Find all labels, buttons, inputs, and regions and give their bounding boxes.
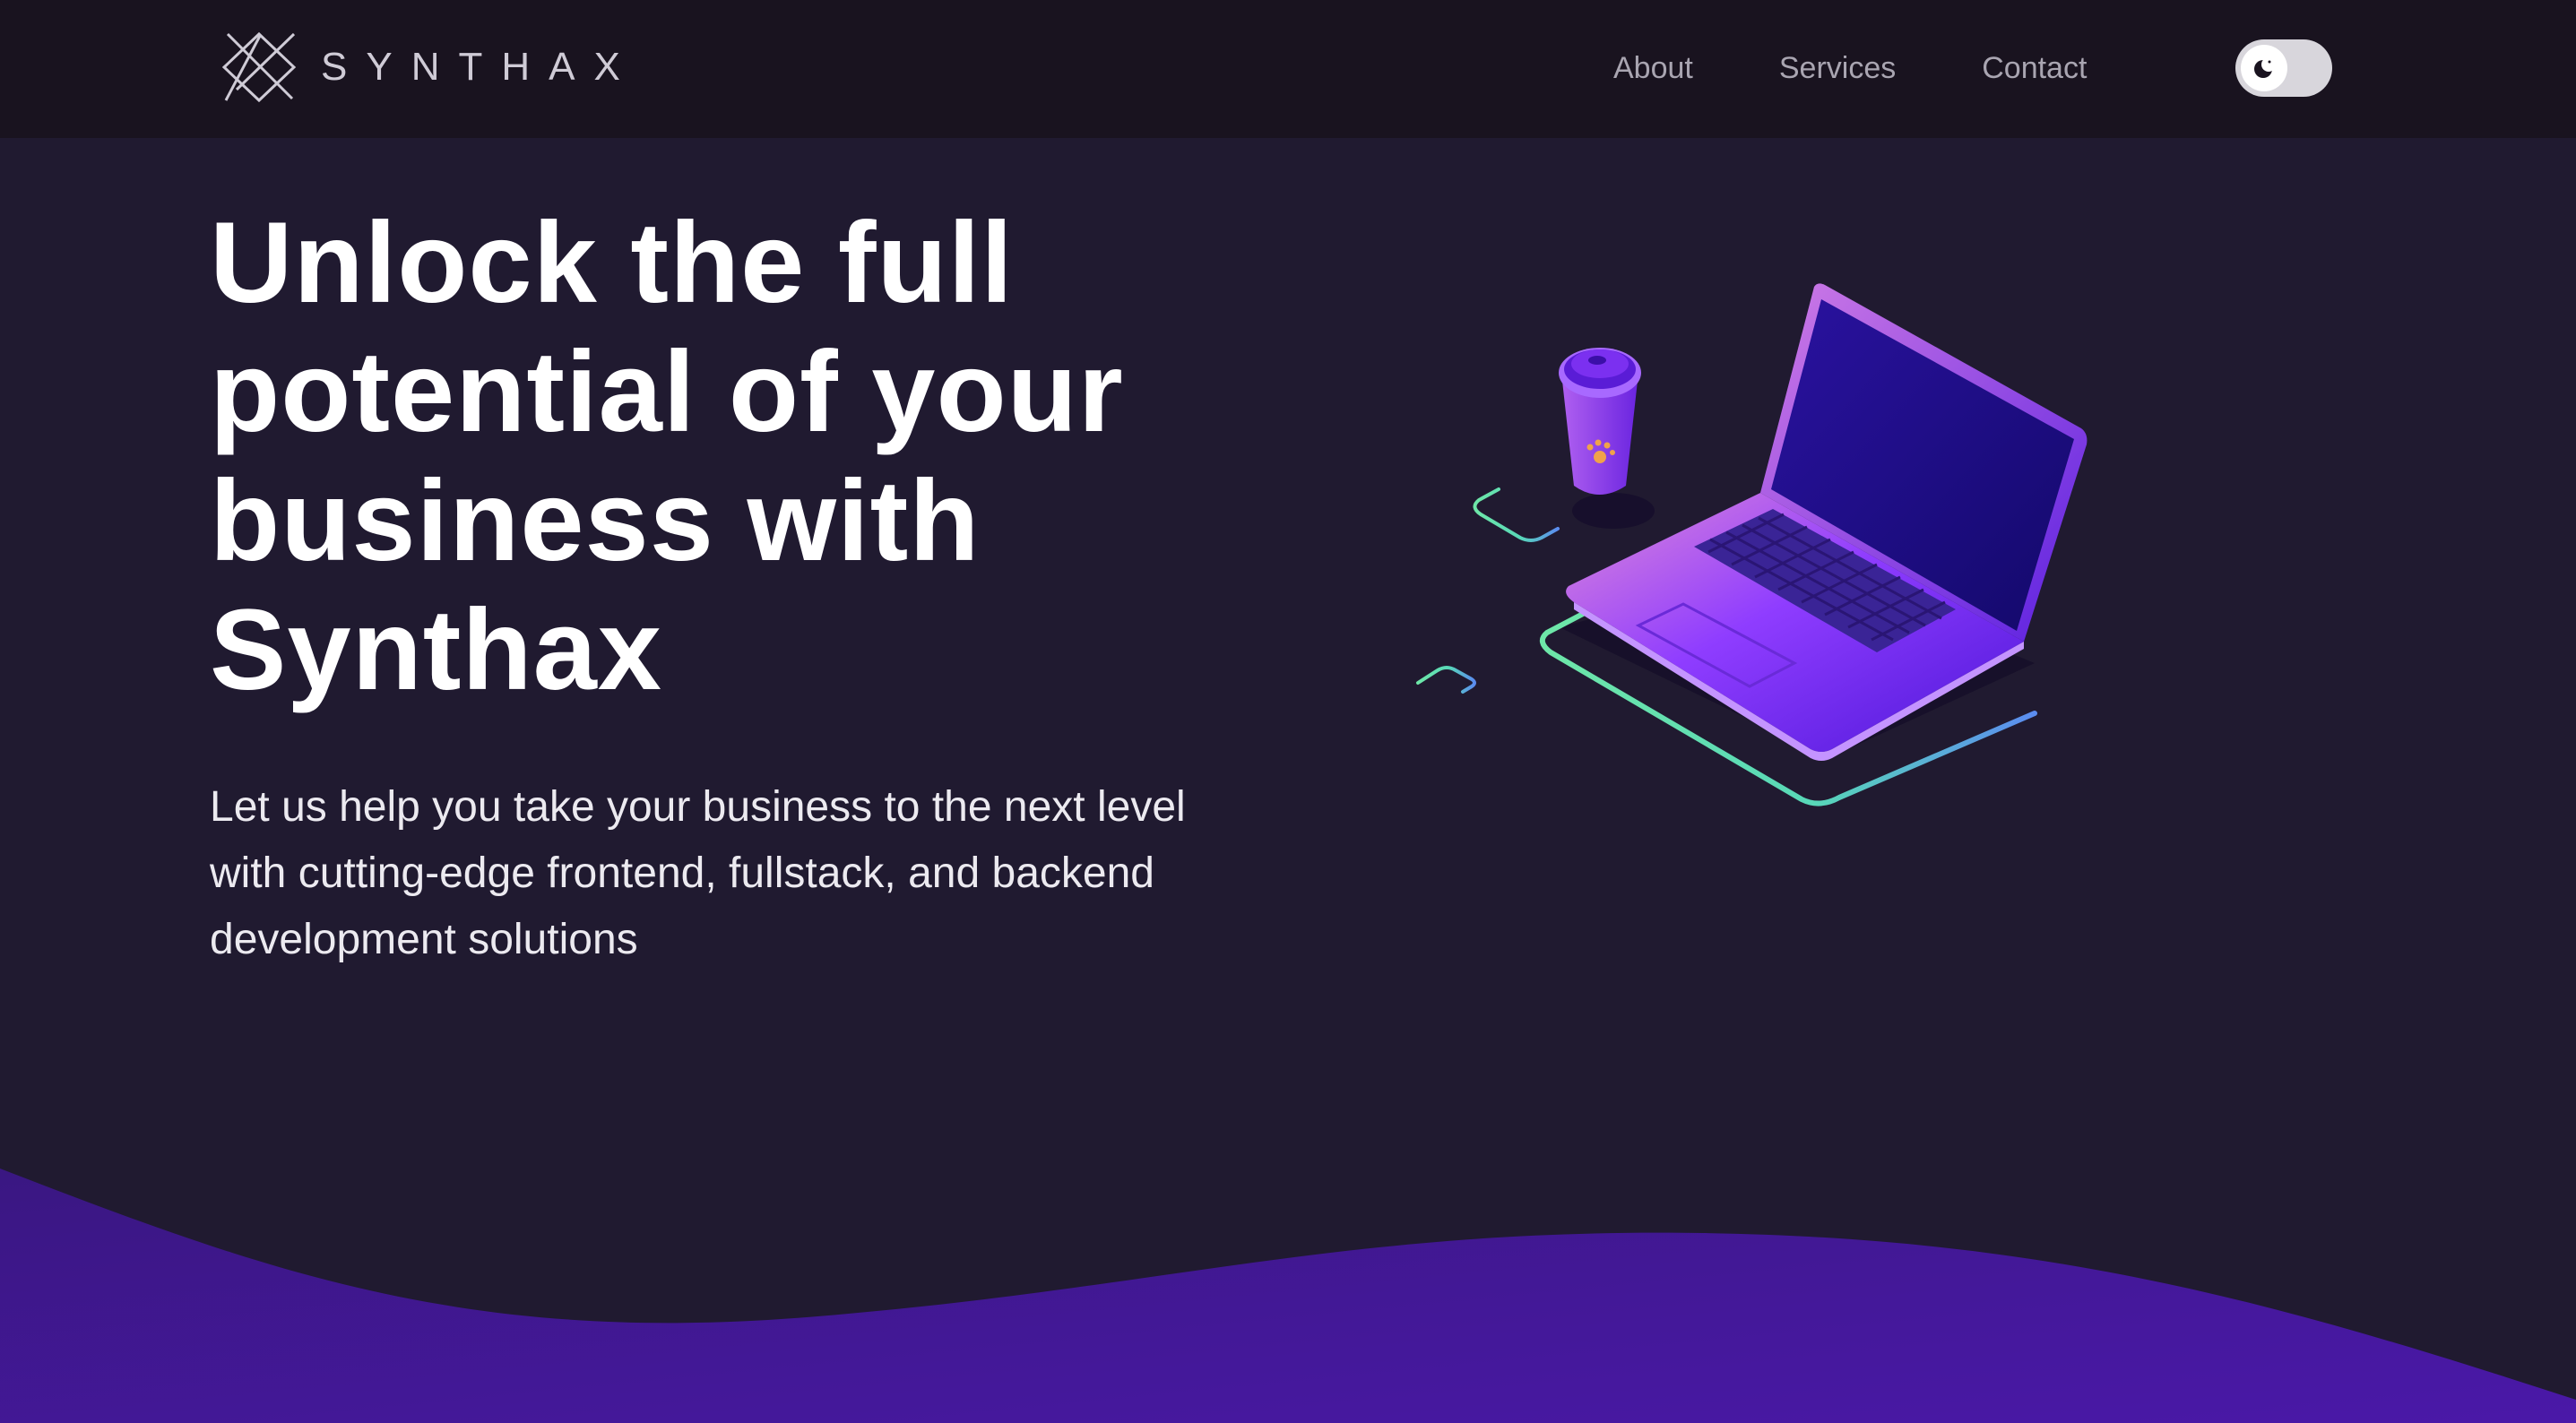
main-nav: About Services Contact bbox=[1613, 45, 2087, 91]
hero-title: Unlock the full potential of your busine… bbox=[210, 199, 1124, 714]
brand-name: SYNTHAX bbox=[321, 45, 639, 89]
nav-link-contact[interactable]: Contact bbox=[1982, 51, 2087, 86]
brand-logo-link[interactable]: SYNTHAX bbox=[220, 30, 639, 104]
laptop-coffee-illustration bbox=[1416, 283, 2088, 806]
synthax-diamond-logo-icon bbox=[221, 31, 297, 103]
theme-toggle[interactable] bbox=[2235, 39, 2332, 97]
decorative-wave bbox=[0, 1169, 2576, 1423]
nav-link-services[interactable]: Services bbox=[1779, 51, 1896, 86]
hero-subtitle: Let us help you take your business to th… bbox=[210, 783, 1186, 963]
nav-link-about[interactable]: About bbox=[1613, 51, 1693, 86]
moon-icon bbox=[2254, 57, 2276, 78]
navbar: SYNTHAX About Services Contact bbox=[0, 0, 2576, 138]
toggle-knob bbox=[2241, 45, 2287, 91]
